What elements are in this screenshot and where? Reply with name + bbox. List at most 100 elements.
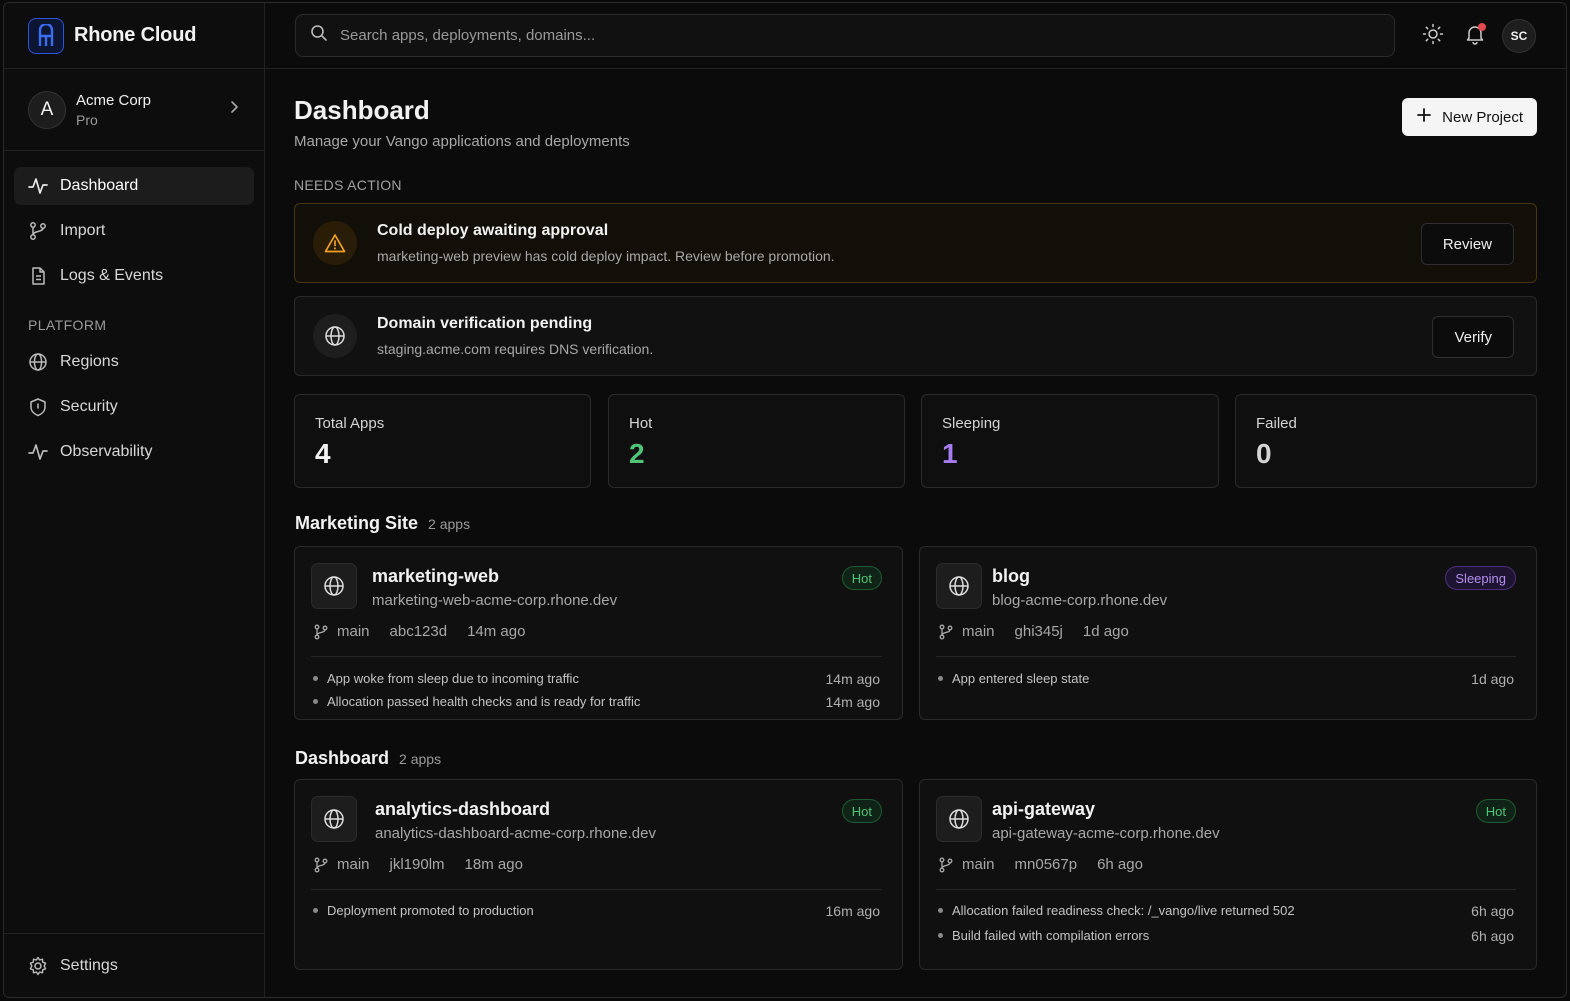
stat-card-hot: Hot 2 [608, 394, 905, 488]
sidebar-item-logs[interactable]: Logs & Events [14, 257, 254, 295]
new-project-label: New Project [1442, 108, 1523, 126]
new-project-button[interactable]: New Project [1402, 98, 1537, 136]
group-title: Marketing Site 2 apps [295, 513, 470, 534]
event-time: 14m ago [825, 693, 880, 710]
stat-card-sleeping: Sleeping 1 [921, 394, 1219, 488]
group-title: Dashboard 2 apps [295, 748, 441, 769]
action-card-cold-deploy: Cold deploy awaiting approval marketing-… [294, 203, 1537, 283]
activity-icon [28, 176, 48, 196]
app-card-marketing-web[interactable]: marketing-web marketing-web-acme-corp.rh… [294, 546, 903, 720]
bullet-icon [938, 676, 943, 681]
rhone-logo-icon [28, 17, 64, 54]
topbar: SC [265, 3, 1566, 69]
sidebar-item-security[interactable]: Security [14, 388, 254, 426]
app-meta: main ghi345j 1d ago [938, 623, 1129, 640]
app-age: 18m ago [464, 856, 523, 873]
app-hostname: marketing-web-acme-corp.rhone.dev [372, 592, 618, 609]
app-branch: main [962, 623, 995, 640]
page-title: Dashboard [294, 95, 430, 125]
stat-value: 0 [1256, 438, 1272, 469]
app-meta: main jkl190lm 18m ago [313, 856, 523, 873]
event-item: App entered sleep state 1d ago [938, 667, 1514, 690]
gear-icon [28, 956, 48, 976]
search-box[interactable] [295, 14, 1395, 57]
divider [936, 889, 1516, 890]
chevron-right-icon [226, 99, 242, 120]
action-description: staging.acme.com requires DNS verificati… [377, 341, 654, 357]
status-badge: Hot [841, 566, 882, 590]
sidebar-item-settings[interactable]: Settings [14, 947, 254, 985]
sidebar-item-label: Import [60, 222, 106, 239]
divider [311, 656, 882, 657]
review-button[interactable]: Review [1420, 223, 1514, 265]
page-subtitle: Manage your Vango applications and deplo… [294, 133, 630, 150]
user-avatar[interactable]: SC [1502, 19, 1536, 53]
group-name: Marketing Site [295, 513, 419, 533]
git-branch-icon [28, 221, 48, 241]
app-name: marketing-web [372, 566, 500, 586]
sidebar-item-label: Settings [60, 957, 118, 974]
action-description: marketing-web preview has cold deploy im… [377, 248, 835, 264]
action-card-domain-verification: Domain verification pending staging.acme… [294, 296, 1537, 376]
search-input[interactable] [340, 27, 1340, 44]
app-card-api-gateway[interactable]: api-gateway api-gateway-acme-corp.rhone.… [919, 779, 1537, 970]
app-age: 1d ago [1082, 623, 1129, 640]
app-commit: jkl190lm [389, 856, 445, 873]
app-name: analytics-dashboard [375, 799, 551, 819]
app-commit: mn0567p [1014, 856, 1078, 873]
notification-dot [1478, 23, 1486, 31]
event-item: Allocation failed readiness check: /_van… [938, 898, 1514, 923]
event-message: Deployment promoted to production [327, 903, 534, 918]
app-card-analytics-dashboard[interactable]: analytics-dashboard analytics-dashboard-… [294, 779, 903, 970]
bullet-icon [938, 933, 943, 938]
event-time: 1d ago [1471, 670, 1514, 687]
sun-icon [1422, 23, 1444, 50]
stat-card-failed: Failed 0 [1235, 394, 1537, 488]
verify-button[interactable]: Verify [1432, 316, 1514, 358]
globe-icon [313, 314, 357, 358]
app-meta: main abc123d 14m ago [313, 623, 525, 640]
globe-icon [936, 563, 982, 609]
event-message: App woke from sleep due to incoming traf… [327, 671, 579, 686]
bullet-icon [938, 908, 943, 913]
sidebar-item-label: Observability [60, 443, 153, 460]
git-branch-icon [938, 624, 954, 640]
event-item: Allocation passed health checks and is r… [313, 690, 880, 713]
event-time: 14m ago [825, 670, 880, 687]
app-commit: abc123d [389, 623, 448, 640]
status-badge: Sleeping [1445, 566, 1516, 590]
stat-label: Sleeping [942, 415, 1001, 432]
event-list: App entered sleep state 1d ago [938, 667, 1514, 690]
brand[interactable]: Rhone Cloud [4, 3, 264, 69]
org-switcher[interactable]: A Acme Corp Pro [4, 69, 264, 151]
globe-icon [311, 563, 357, 609]
sidebar-item-import[interactable]: Import [14, 212, 254, 250]
sidebar-item-regions[interactable]: Regions [14, 343, 254, 381]
sidebar-item-observability[interactable]: Observability [14, 433, 254, 471]
theme-toggle-button[interactable] [1418, 21, 1448, 51]
app-name: blog [992, 566, 1030, 586]
stat-value: 4 [315, 438, 331, 469]
app-branch: main [337, 623, 370, 640]
app-hostname: api-gateway-acme-corp.rhone.dev [992, 825, 1220, 842]
app-branch: main [962, 856, 995, 873]
app-meta: main mn0567p 6h ago [938, 856, 1143, 873]
notifications-button[interactable] [1460, 21, 1490, 51]
group-count: 2 apps [399, 751, 442, 767]
group-name: Dashboard [295, 748, 390, 768]
stat-label: Failed [1256, 415, 1297, 432]
event-item: Build failed with compilation errors 6h a… [938, 923, 1514, 948]
needs-action-label: NEEDS ACTION [294, 177, 402, 193]
bullet-icon [313, 676, 318, 681]
event-time: 6h ago [1471, 927, 1514, 944]
nav-section-platform: PLATFORM [28, 317, 107, 333]
action-text: Domain verification pending staging.acme… [377, 315, 653, 357]
sidebar-item-dashboard[interactable]: Dashboard [14, 167, 254, 205]
git-branch-icon [938, 857, 954, 873]
divider [311, 889, 882, 890]
action-text: Cold deploy awaiting approval marketing-… [377, 222, 835, 264]
app-card-blog[interactable]: blog blog-acme-corp.rhone.dev Sleeping m… [919, 546, 1537, 720]
app-hostname: analytics-dashboard-acme-corp.rhone.dev [375, 825, 656, 842]
sidebar-item-label: Dashboard [60, 177, 139, 194]
stat-value: 2 [629, 438, 645, 469]
